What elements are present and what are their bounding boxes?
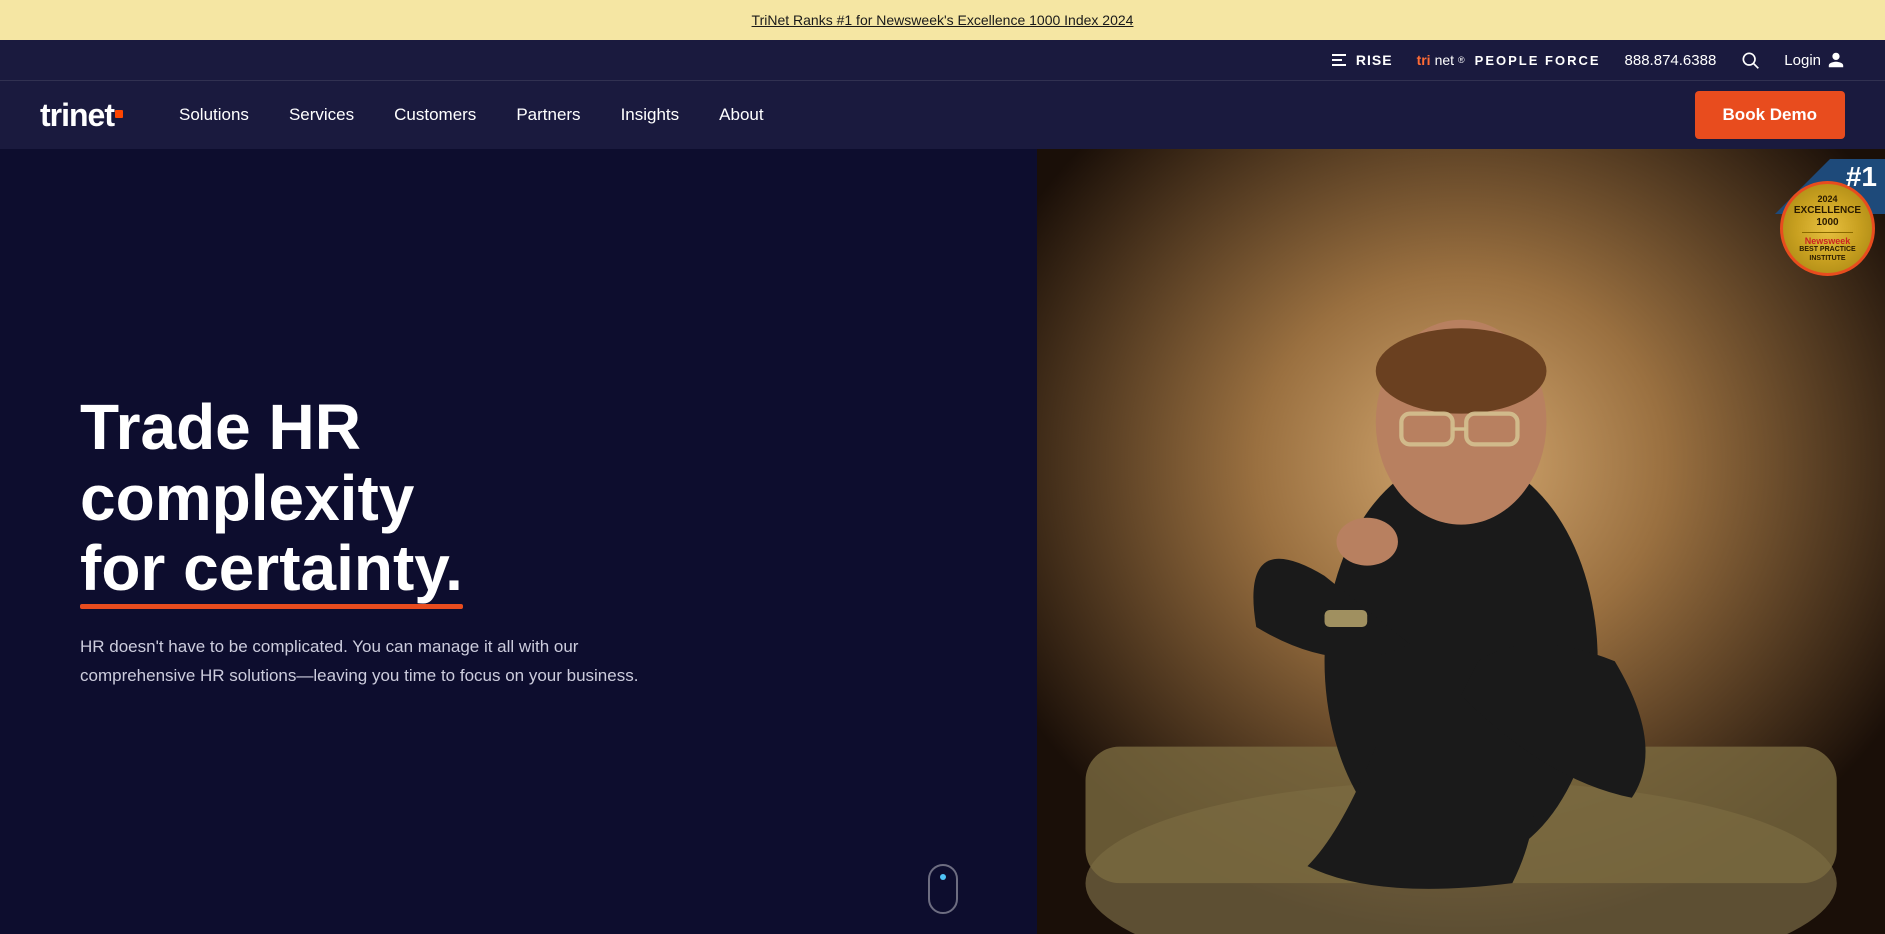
hero-headline: Trade HR complexity for certainty. <box>80 392 977 603</box>
trinet-tri: tri <box>1417 52 1431 68</box>
nav-insights[interactable]: Insights <box>605 95 696 135</box>
nav-partners[interactable]: Partners <box>500 95 596 135</box>
rise-lines-icon <box>1332 54 1346 66</box>
primary-nav: trinet Solutions Services Customers Part… <box>0 80 1885 149</box>
hero-subtext: HR doesn't have to be complicated. You c… <box>80 633 640 691</box>
scroll-indicator <box>928 864 958 914</box>
hero-image <box>1037 149 1885 934</box>
badge-newsweek-label: Newsweek <box>1805 236 1851 247</box>
scroll-dot <box>940 874 946 880</box>
hero-content: Trade HR complexity for certainty. HR do… <box>0 149 1037 934</box>
login-label: Login <box>1784 52 1821 69</box>
headline-for: for <box>80 532 183 604</box>
nav-services[interactable]: Services <box>273 95 370 135</box>
logo-link[interactable]: trinet <box>40 97 123 134</box>
search-button[interactable] <box>1740 50 1760 70</box>
badge-excellence-label: EXCELLENCE <box>1794 205 1861 217</box>
headline-certainty: certainty <box>183 532 445 604</box>
badge-year: 2024 <box>1817 194 1837 205</box>
nav-links: Solutions Services Customers Partners In… <box>163 95 1695 135</box>
people-force-logo[interactable]: trinet ® PEOPLE FORCE <box>1417 52 1601 68</box>
badge-rank-number: #1 <box>1846 163 1877 191</box>
phone-number[interactable]: 888.874.6388 <box>1625 52 1717 69</box>
hero-section: Trade HR complexity for certainty. HR do… <box>0 149 1885 934</box>
headline-line2: complexity <box>80 462 414 534</box>
search-icon <box>1740 50 1760 70</box>
award-badge: #1 2024 EXCELLENCE 1000 Newsweek BEST PR… <box>1765 159 1885 299</box>
trademark: ® <box>1458 55 1465 65</box>
rise-label: RISE <box>1356 52 1393 68</box>
logo-dot <box>115 110 123 118</box>
banner-link[interactable]: TriNet Ranks #1 for Newsweek's Excellenc… <box>752 12 1134 28</box>
top-banner: TriNet Ranks #1 for Newsweek's Excellenc… <box>0 0 1885 40</box>
people-force-text: PEOPLE FORCE <box>1475 53 1601 68</box>
nav-solutions[interactable]: Solutions <box>163 95 265 135</box>
trinet-net: net <box>1435 52 1454 68</box>
headline-line3: for certainty. <box>80 533 463 603</box>
login-button[interactable]: Login <box>1784 51 1845 69</box>
hero-person-svg <box>1037 149 1885 934</box>
headline-line1: Trade HR <box>80 391 361 463</box>
book-demo-button[interactable]: Book Demo <box>1695 91 1845 139</box>
rise-logo[interactable]: RISE <box>1332 52 1393 68</box>
badge-divider <box>1802 232 1853 233</box>
person-icon <box>1827 51 1845 69</box>
nav-customers[interactable]: Customers <box>378 95 492 135</box>
nav-about[interactable]: About <box>703 95 779 135</box>
badge-institute-label: BEST PRACTICE INSTITUTE <box>1791 246 1864 263</box>
secondary-nav: RISE trinet ® PEOPLE FORCE 888.874.6388 … <box>0 40 1885 80</box>
badge-medal: 2024 EXCELLENCE 1000 Newsweek BEST PRACT… <box>1780 181 1875 276</box>
logo-text: trinet <box>40 97 123 134</box>
headline-period: . <box>445 532 463 604</box>
badge-index-label: 1000 <box>1816 217 1838 229</box>
